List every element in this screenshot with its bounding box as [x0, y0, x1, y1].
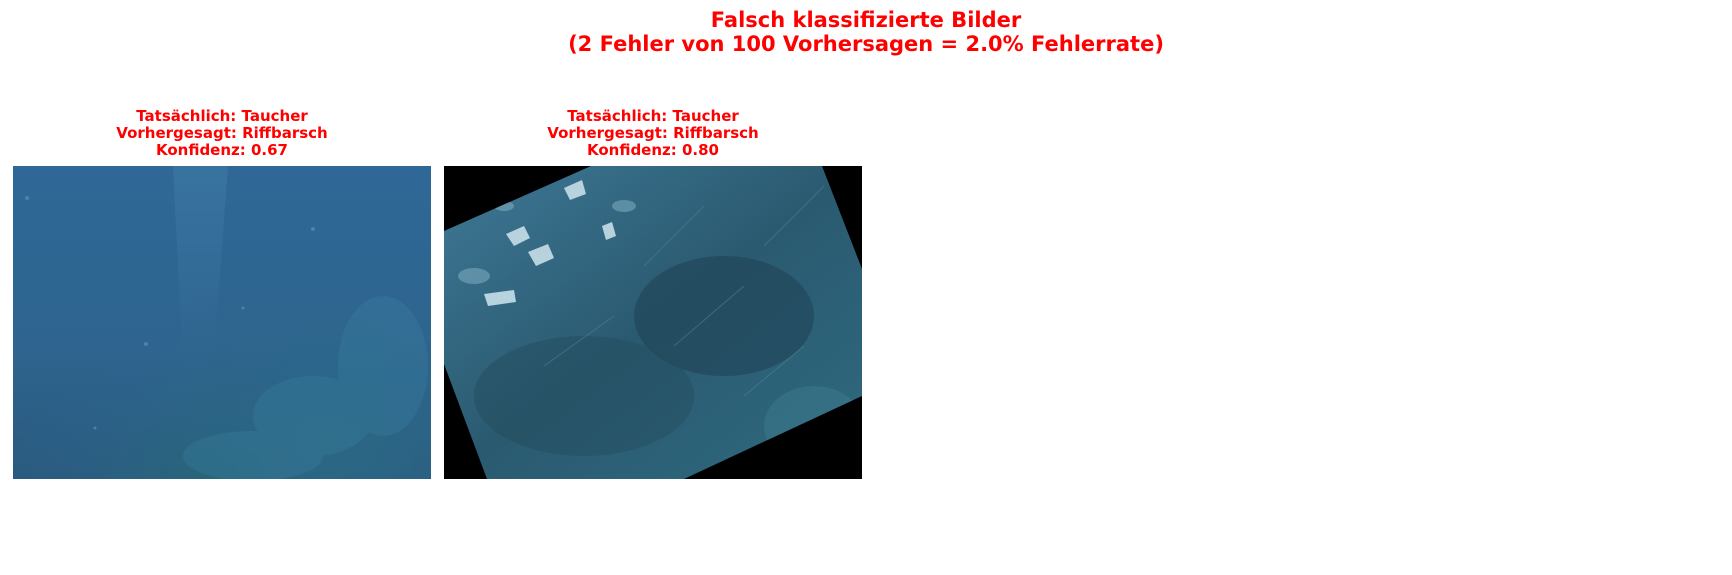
- panel-1-predicted-label: Vorhergesagt: Riffbarsch: [116, 124, 328, 142]
- panel-2-actual-label: Tatsächlich: Taucher: [567, 107, 739, 125]
- panel-1-title: Tatsächlich: Taucher Vorhergesagt: Riffb…: [12, 108, 432, 159]
- panel-2-predicted-label: Vorhergesagt: Riffbarsch: [547, 124, 759, 142]
- figure-title-line2: (2 Fehler von 100 Vorhersagen = 2.0% Feh…: [568, 32, 1164, 56]
- panel-2-confidence-label: Konfidenz: 0.80: [586, 141, 719, 159]
- panel-1-image: [13, 166, 431, 479]
- figure-title: Falsch klassifizierte Bilder (2 Fehler v…: [0, 8, 1732, 56]
- figure-title-line1: Falsch klassifizierte Bilder: [710, 8, 1022, 32]
- panel-1-actual-label: Tatsächlich: Taucher: [136, 107, 308, 125]
- panel-2-image: [444, 166, 862, 479]
- panel-2-title: Tatsächlich: Taucher Vorhergesagt: Riffb…: [443, 108, 863, 159]
- panel-1-confidence-label: Konfidenz: 0.67: [155, 141, 288, 159]
